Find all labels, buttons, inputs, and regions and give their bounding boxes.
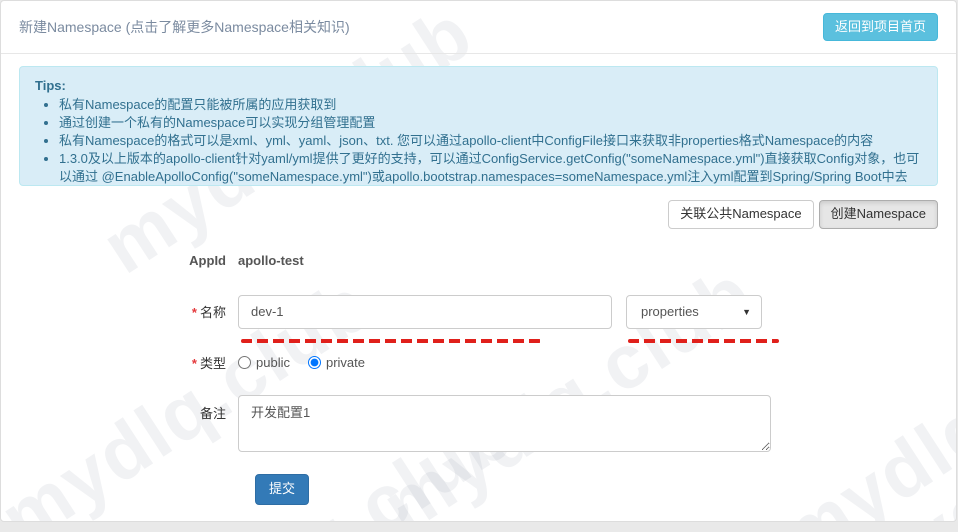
radio-public-label: public	[256, 354, 290, 370]
comment-row: 备注 开发配置1	[19, 394, 938, 452]
namespace-docs-link[interactable]: (点击了解更多Namespace相关知识)	[126, 19, 350, 35]
namespace-form: AppId apollo-test *名称 properties ▼ *类型	[19, 253, 938, 505]
name-label: * 名称	[191, 305, 226, 321]
type-radio-group: public private	[238, 355, 365, 370]
chevron-down-icon: ▼	[742, 306, 751, 317]
comment-label: 备注	[199, 405, 226, 421]
submit-row: 提交	[255, 473, 938, 505]
main-content: Tips: 私有Namespace的配置只能被所属的应用获取到 通过创建一个私有…	[1, 54, 956, 505]
radio-public[interactable]	[238, 355, 251, 369]
radio-option-public[interactable]: public	[238, 355, 290, 370]
page-panel: mydlq.club mydlq.club mydlq.club mydlq.c…	[0, 0, 957, 522]
tips-item: 私有Namespace的格式可以是xml、yml、yaml、json、txt. …	[59, 132, 922, 150]
create-namespace-button[interactable]: 创建Namespace	[818, 200, 938, 229]
tips-item: 私有Namespace的配置只能被所属的应用获取到	[59, 96, 922, 114]
page-title: 新建Namespace (点击了解更多Namespace相关知识)	[19, 17, 350, 37]
radio-private-label: private	[325, 354, 365, 370]
name-field-wrap	[238, 294, 612, 329]
appid-label: AppId	[189, 252, 226, 268]
link-public-namespace-button[interactable]: 关联公共Namespace	[668, 200, 814, 229]
page-header: 新建Namespace (点击了解更多Namespace相关知识) 返回到项目首…	[1, 1, 956, 54]
required-marker: *	[191, 355, 197, 371]
submit-button[interactable]: 提交	[255, 473, 310, 505]
type-label: * 类型	[191, 355, 226, 371]
format-select[interactable]: properties ▼	[626, 294, 762, 329]
tips-heading: Tips:	[35, 78, 66, 93]
name-row: *名称 properties ▼	[19, 294, 938, 329]
tips-item: 1.3.0及以上版本的apollo-client针对yaml/yml提供了更好的…	[59, 150, 922, 186]
radio-option-private[interactable]: private	[307, 354, 365, 370]
back-to-project-button[interactable]: 返回到项目首页	[822, 12, 938, 42]
tips-list: 私有Namespace的配置只能被所属的应用获取到 通过创建一个私有的Names…	[35, 96, 922, 186]
appid-value: apollo-test	[238, 252, 304, 268]
required-marker: *	[191, 305, 197, 321]
radio-private[interactable]	[307, 355, 321, 369]
name-input[interactable]	[238, 294, 612, 329]
page-title-text: 新建Namespace	[19, 19, 122, 35]
comment-textarea[interactable]: 开发配置1	[238, 394, 771, 452]
namespace-action-row: 关联公共Namespace 创建Namespace	[19, 200, 938, 229]
tips-panel: Tips: 私有Namespace的配置只能被所属的应用获取到 通过创建一个私有…	[19, 66, 938, 186]
type-row: * 类型 public private	[19, 353, 938, 372]
tips-item: 通过创建一个私有的Namespace可以实现分组管理配置	[59, 114, 922, 132]
format-selected-value: properties	[641, 304, 699, 320]
appid-row: AppId apollo-test	[19, 253, 938, 268]
